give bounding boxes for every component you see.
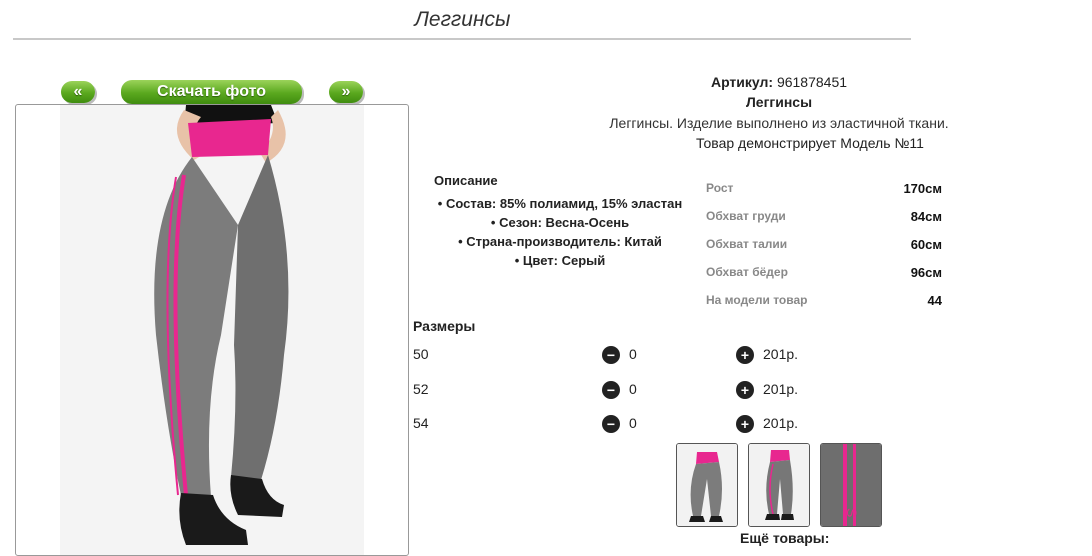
product-name: Леггинсы: [745, 94, 813, 110]
quantity-value: 0: [629, 381, 637, 397]
svg-text:S: S: [844, 508, 860, 517]
size-label: 52: [413, 381, 429, 397]
measurement-row: На модели товар 44: [706, 286, 942, 314]
prev-photo-button[interactable]: «: [61, 81, 95, 103]
model-note: Товар демонстрирует Модель №11: [696, 135, 924, 151]
description-heading: Описание: [434, 173, 498, 188]
next-photo-button[interactable]: »: [329, 81, 363, 103]
description-item: • Страна-производитель: Китай: [458, 234, 662, 249]
minus-icon[interactable]: −: [602, 346, 620, 364]
price-value: 201р.: [763, 415, 799, 431]
leggings-illustration: [154, 105, 289, 545]
article-line: Артикул: 961878451: [640, 74, 918, 90]
model-measurements: Рост 170см Обхват груди 84см Обхват тали…: [706, 174, 942, 314]
quantity-value: 0: [629, 346, 637, 362]
size-label: 50: [413, 346, 429, 362]
product-photo[interactable]: [15, 104, 409, 556]
measurement-row: Обхват талии 60см: [706, 230, 942, 258]
article-label: Артикул:: [710, 74, 774, 90]
measurement-label: На модели товар: [706, 293, 808, 307]
description-item: • Сезон: Весна-Осень: [490, 215, 630, 230]
measurement-value: 44: [927, 292, 942, 308]
plus-icon[interactable]: +: [736, 346, 754, 364]
page-title: Леггинсы: [414, 8, 511, 31]
measurement-value: 170см: [903, 180, 942, 196]
article-value: 961878451: [776, 74, 848, 90]
quantity-value: 0: [629, 415, 637, 431]
size-row: 54 − 0 + 201р.: [413, 415, 813, 435]
minus-icon[interactable]: −: [602, 415, 620, 433]
download-photo-button[interactable]: Скачать фото: [121, 80, 302, 104]
minus-icon[interactable]: −: [602, 381, 620, 399]
measurement-label: Обхват талии: [706, 237, 788, 251]
size-row: 50 − 0 + 201р.: [413, 346, 813, 366]
title-divider: [13, 38, 911, 40]
product-description: Леггинсы. Изделие выполнено из эластично…: [609, 115, 949, 131]
price-value: 201р.: [763, 381, 799, 397]
description-item: • Цвет: Серый: [514, 253, 606, 268]
size-label: 54: [413, 415, 429, 431]
plus-icon[interactable]: +: [736, 381, 754, 399]
price-value: 201р.: [763, 346, 799, 362]
measurement-label: Рост: [706, 181, 734, 195]
measurement-value: 96см: [910, 264, 942, 280]
description-item: • Состав: 85% полиамид, 15% эластан: [437, 196, 683, 211]
measurement-row: Рост 170см: [706, 174, 942, 202]
thumbnail-2[interactable]: [748, 443, 810, 527]
measurement-row: Обхват груди 84см: [706, 202, 942, 230]
description-list: • Состав: 85% полиамид, 15% эластан • Се…: [410, 194, 710, 270]
measurement-value: 84см: [910, 208, 942, 224]
thumbnail-3[interactable]: S: [820, 443, 882, 527]
measurement-label: Обхват груди: [706, 209, 786, 223]
measurement-value: 60см: [910, 236, 942, 252]
size-row: 52 − 0 + 201р.: [413, 381, 813, 401]
sizes-heading: Размеры: [413, 318, 476, 334]
measurement-row: Обхват бёдер 96см: [706, 258, 942, 286]
measurement-label: Обхват бёдер: [706, 265, 788, 279]
thumbnail-1[interactable]: [676, 443, 738, 527]
plus-icon[interactable]: +: [736, 415, 754, 433]
